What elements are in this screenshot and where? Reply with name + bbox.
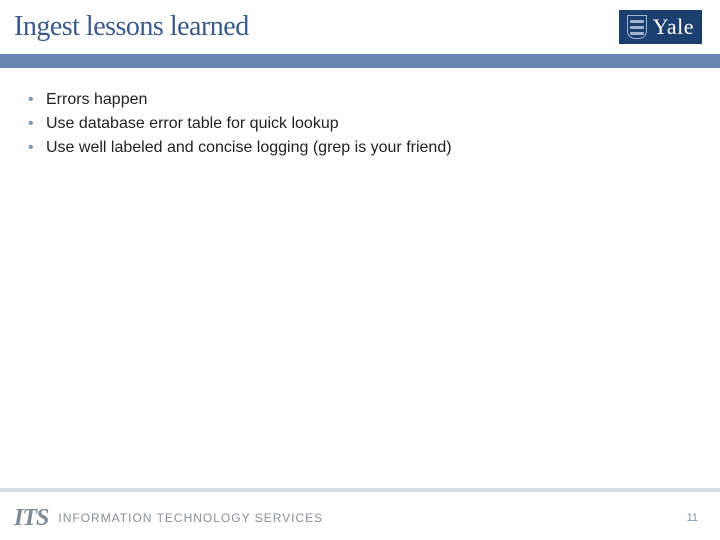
page-number: 11 [687,512,698,524]
footer-divider [0,488,720,492]
header-underline [0,54,720,68]
slide-footer: ITS INFORMATION TECHNOLOGY SERVICES 11 [0,496,720,540]
list-item: Use well labeled and concise logging (gr… [22,136,698,160]
slide-header: Ingest lessons learned Yale [0,0,720,54]
list-item: Use database error table for quick looku… [22,112,698,136]
bullet-list: Errors happen Use database error table f… [22,88,698,160]
its-branding: ITS INFORMATION TECHNOLOGY SERVICES [14,505,323,532]
brand-logo: Yale [619,10,702,44]
slide-content: Errors happen Use database error table f… [0,68,720,160]
its-logo-icon: ITS [14,505,48,532]
brand-text: Yale [653,14,694,40]
its-label: INFORMATION TECHNOLOGY SERVICES [58,511,323,525]
shield-icon [627,15,647,39]
slide-title: Ingest lessons learned [14,11,249,43]
list-item: Errors happen [22,88,698,112]
